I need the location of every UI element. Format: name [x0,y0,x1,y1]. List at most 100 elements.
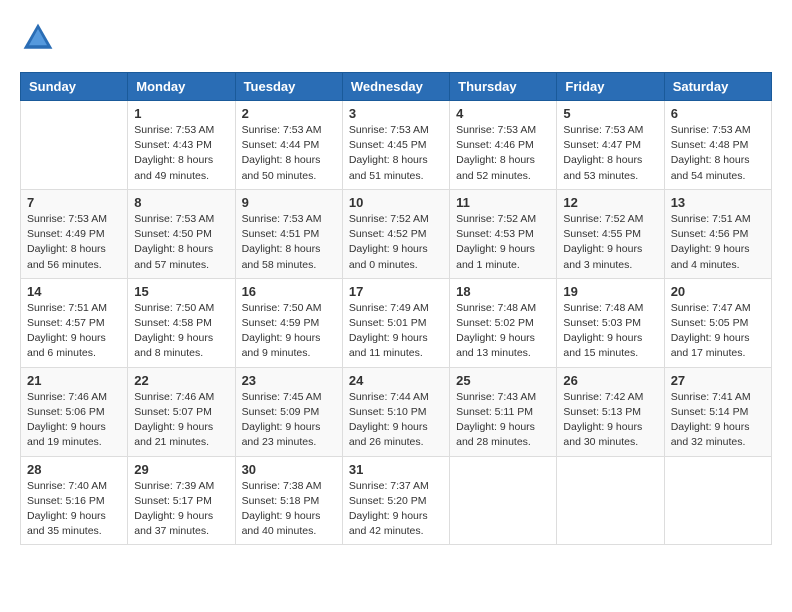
header-cell-sunday: Sunday [21,73,128,101]
day-cell: 10Sunrise: 7:52 AMSunset: 4:52 PMDayligh… [342,189,449,278]
day-cell: 25Sunrise: 7:43 AMSunset: 5:11 PMDayligh… [450,367,557,456]
day-number: 13 [671,195,765,210]
day-info: Sunrise: 7:41 AMSunset: 5:14 PMDaylight:… [671,390,765,451]
day-cell: 31Sunrise: 7:37 AMSunset: 5:20 PMDayligh… [342,456,449,545]
day-info: Sunrise: 7:53 AMSunset: 4:51 PMDaylight:… [242,212,336,273]
day-cell: 16 Sunrise: 7:50 AMSunset: 4:59 PMDayligh… [235,278,342,367]
logo [20,20,60,56]
day-info: Sunrise: 7:50 AMSunset: 4:59 PMDaylight:… [242,301,336,362]
day-info: Sunrise: 7:53 AMSunset: 4:45 PMDaylight:… [349,123,443,184]
day-number: 1 [134,106,228,121]
day-cell: 24 Sunrise: 7:44 AMSunset: 5:10 PMDayligh… [342,367,449,456]
day-cell [664,456,771,545]
day-number: 3 [349,106,443,121]
day-cell: 28 Sunrise: 7:40 AMSunset: 5:16 PMDayligh… [21,456,128,545]
day-number: 30 [242,462,336,477]
day-info: Sunrise: 7:37 AMSunset: 5:20 PMDaylight:… [349,479,443,540]
day-cell: 9 Sunrise: 7:53 AMSunset: 4:51 PMDaylight… [235,189,342,278]
day-cell: 1 Sunrise: 7:53 AMSunset: 4:43 PMDaylight… [128,101,235,190]
header-cell-wednesday: Wednesday [342,73,449,101]
day-info: Sunrise: 7:52 AMSunset: 4:53 PMDaylight:… [456,212,550,273]
day-cell [450,456,557,545]
day-cell: 19Sunrise: 7:48 AMSunset: 5:03 PMDayligh… [557,278,664,367]
day-number: 11 [456,195,550,210]
day-cell: 2 Sunrise: 7:53 AMSunset: 4:44 PMDaylight… [235,101,342,190]
day-info: Sunrise: 7:53 AMSunset: 4:44 PMDaylight:… [242,123,336,184]
day-info: Sunrise: 7:42 AMSunset: 5:13 PMDaylight:… [563,390,657,451]
day-cell: 13 Sunrise: 7:51 AMSunset: 4:56 PMDayligh… [664,189,771,278]
day-number: 10 [349,195,443,210]
day-info: Sunrise: 7:53 AMSunset: 4:47 PMDaylight:… [563,123,657,184]
day-number: 6 [671,106,765,121]
day-cell: 29 Sunrise: 7:39 AMSunset: 5:17 PMDayligh… [128,456,235,545]
day-info: Sunrise: 7:53 AMSunset: 4:46 PMDaylight:… [456,123,550,184]
day-cell: 30 Sunrise: 7:38 AMSunset: 5:18 PMDayligh… [235,456,342,545]
calendar-header: SundayMondayTuesdayWednesdayThursdayFrid… [21,73,772,101]
week-row-4: 28 Sunrise: 7:40 AMSunset: 5:16 PMDayligh… [21,456,772,545]
day-cell [21,101,128,190]
page-header [20,20,772,56]
day-cell: 6 Sunrise: 7:53 AMSunset: 4:48 PMDaylight… [664,101,771,190]
day-cell: 11 Sunrise: 7:52 AMSunset: 4:53 PMDayligh… [450,189,557,278]
week-row-3: 21Sunrise: 7:46 AMSunset: 5:06 PMDayligh… [21,367,772,456]
day-number: 29 [134,462,228,477]
day-info: Sunrise: 7:47 AMSunset: 5:05 PMDaylight:… [671,301,765,362]
calendar-table: SundayMondayTuesdayWednesdayThursdayFrid… [20,72,772,545]
day-number: 20 [671,284,765,299]
day-info: Sunrise: 7:48 AMSunset: 5:03 PMDaylight:… [563,301,657,362]
day-number: 16 [242,284,336,299]
header-cell-monday: Monday [128,73,235,101]
day-cell: 27Sunrise: 7:41 AMSunset: 5:14 PMDayligh… [664,367,771,456]
day-number: 12 [563,195,657,210]
day-cell: 26 Sunrise: 7:42 AMSunset: 5:13 PMDayligh… [557,367,664,456]
day-info: Sunrise: 7:45 AMSunset: 5:09 PMDaylight:… [242,390,336,451]
day-number: 9 [242,195,336,210]
calendar-body: 1 Sunrise: 7:53 AMSunset: 4:43 PMDaylight… [21,101,772,545]
day-info: Sunrise: 7:40 AMSunset: 5:16 PMDaylight:… [27,479,121,540]
day-cell: 21Sunrise: 7:46 AMSunset: 5:06 PMDayligh… [21,367,128,456]
day-number: 8 [134,195,228,210]
header-cell-tuesday: Tuesday [235,73,342,101]
day-number: 26 [563,373,657,388]
header-cell-friday: Friday [557,73,664,101]
day-number: 5 [563,106,657,121]
day-info: Sunrise: 7:53 AMSunset: 4:49 PMDaylight:… [27,212,121,273]
day-info: Sunrise: 7:46 AMSunset: 5:07 PMDaylight:… [134,390,228,451]
day-info: Sunrise: 7:51 AMSunset: 4:56 PMDaylight:… [671,212,765,273]
day-number: 4 [456,106,550,121]
week-row-2: 14 Sunrise: 7:51 AMSunset: 4:57 PMDayligh… [21,278,772,367]
day-number: 2 [242,106,336,121]
header-cell-saturday: Saturday [664,73,771,101]
day-number: 15 [134,284,228,299]
day-info: Sunrise: 7:52 AMSunset: 4:55 PMDaylight:… [563,212,657,273]
day-info: Sunrise: 7:48 AMSunset: 5:02 PMDaylight:… [456,301,550,362]
day-info: Sunrise: 7:53 AMSunset: 4:50 PMDaylight:… [134,212,228,273]
day-number: 23 [242,373,336,388]
day-number: 28 [27,462,121,477]
day-number: 14 [27,284,121,299]
day-cell: 14 Sunrise: 7:51 AMSunset: 4:57 PMDayligh… [21,278,128,367]
day-number: 24 [349,373,443,388]
week-row-0: 1 Sunrise: 7:53 AMSunset: 4:43 PMDaylight… [21,101,772,190]
day-cell: 3 Sunrise: 7:53 AMSunset: 4:45 PMDaylight… [342,101,449,190]
day-number: 18 [456,284,550,299]
day-cell: 7Sunrise: 7:53 AMSunset: 4:49 PMDaylight… [21,189,128,278]
day-cell: 4 Sunrise: 7:53 AMSunset: 4:46 PMDaylight… [450,101,557,190]
day-info: Sunrise: 7:44 AMSunset: 5:10 PMDaylight:… [349,390,443,451]
day-cell: 18 Sunrise: 7:48 AMSunset: 5:02 PMDayligh… [450,278,557,367]
day-cell: 20 Sunrise: 7:47 AMSunset: 5:05 PMDayligh… [664,278,771,367]
day-info: Sunrise: 7:38 AMSunset: 5:18 PMDaylight:… [242,479,336,540]
header-cell-thursday: Thursday [450,73,557,101]
header-row: SundayMondayTuesdayWednesdayThursdayFrid… [21,73,772,101]
day-cell [557,456,664,545]
logo-icon [20,20,56,56]
day-info: Sunrise: 7:53 AMSunset: 4:48 PMDaylight:… [671,123,765,184]
day-info: Sunrise: 7:39 AMSunset: 5:17 PMDaylight:… [134,479,228,540]
day-number: 22 [134,373,228,388]
day-cell: 22 Sunrise: 7:46 AMSunset: 5:07 PMDayligh… [128,367,235,456]
day-info: Sunrise: 7:46 AMSunset: 5:06 PMDaylight:… [27,390,121,451]
day-info: Sunrise: 7:43 AMSunset: 5:11 PMDaylight:… [456,390,550,451]
day-info: Sunrise: 7:53 AMSunset: 4:43 PMDaylight:… [134,123,228,184]
day-info: Sunrise: 7:51 AMSunset: 4:57 PMDaylight:… [27,301,121,362]
day-cell: 5 Sunrise: 7:53 AMSunset: 4:47 PMDaylight… [557,101,664,190]
